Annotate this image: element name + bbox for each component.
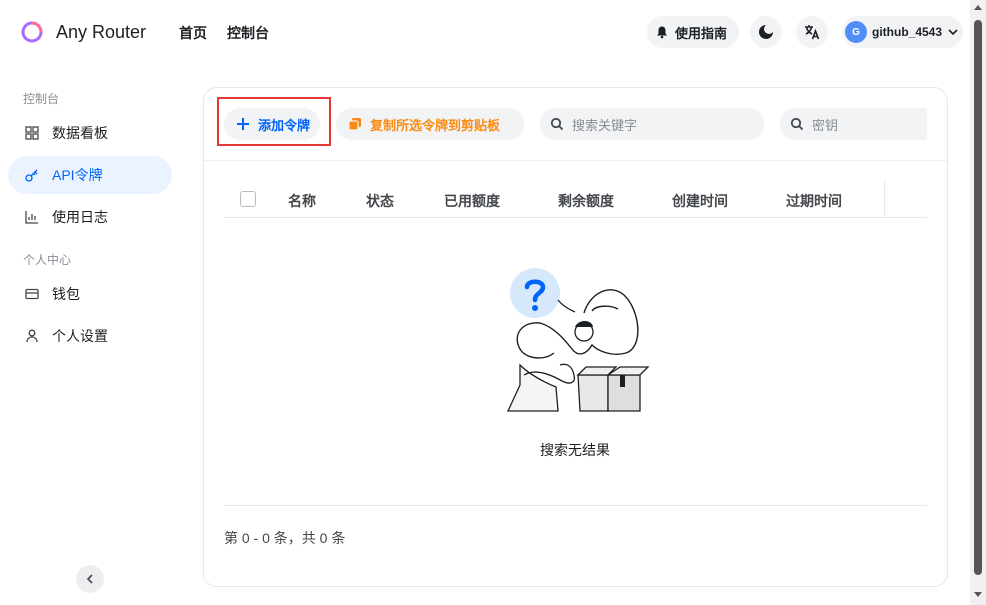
top-header: Any Router 首页 控制台 使用指南 G github_4543 [0,0,970,64]
app-logo-icon [21,21,43,43]
copy-icon [348,118,361,131]
chevron-down-icon [948,29,958,36]
scroll-up-arrow-icon[interactable] [974,5,982,10]
sidebar: 控制台 数据看板 API令牌 使用日志 个人中心 钱包 个人设置 [0,64,180,605]
add-token-label: 添加令牌 [258,117,311,133]
column-header-status[interactable]: 状态 [366,191,394,211]
search-keyword-input[interactable]: 搜索关键字 [540,108,764,140]
table-header: 名称 状态 已用额度 剩余额度 创建时间 过期时间 [224,180,927,218]
search-key-placeholder: 密钥 [812,117,839,133]
copy-selected-label: 复制所选令牌到剪贴板 [370,117,501,133]
bell-icon [657,26,667,39]
add-token-button[interactable]: 添加令牌 [224,108,320,140]
user-menu-button[interactable]: G github_4543 [842,16,963,48]
key-icon [25,169,38,182]
select-all-checkbox[interactable] [240,191,256,207]
dashboard-icon [25,126,39,140]
column-header-name[interactable]: 名称 [288,191,316,211]
app-title: Any Router [56,22,147,42]
search-keyword-placeholder: 搜索关键字 [572,117,638,133]
avatar: G [845,21,867,43]
guide-button[interactable]: 使用指南 [647,16,739,48]
column-header-created-time[interactable]: 创建时间 [672,191,728,211]
sidebar-item-usage-logs[interactable]: 使用日志 [8,198,172,236]
pagination-info: 第 0 - 0 条，共 0 条 [224,530,346,546]
column-header-expire-time[interactable]: 过期时间 [786,191,842,211]
column-header-used-quota[interactable]: 已用额度 [444,191,500,211]
sidebar-group-personal: 个人中心 [23,253,72,267]
chart-icon [25,211,38,224]
user-icon [26,329,38,343]
plus-icon [237,118,249,130]
language-button[interactable] [796,16,828,48]
translate-icon [805,25,820,40]
empty-state-illustration [506,268,650,412]
empty-state-text: 搜索无结果 [540,442,610,458]
copy-selected-button[interactable]: 复制所选令牌到剪贴板 [336,108,524,140]
sidebar-item-label: 个人设置 [52,328,108,344]
sidebar-collapse-button[interactable] [76,565,104,593]
chevron-left-icon [86,574,93,584]
theme-toggle-button[interactable] [750,16,782,48]
sidebar-item-api-tokens[interactable]: API令牌 [8,156,172,194]
moon-icon [759,24,774,39]
sidebar-item-label: 钱包 [52,286,80,302]
sidebar-item-dashboard[interactable]: 数据看板 [8,114,172,152]
sidebar-item-settings[interactable]: 个人设置 [8,317,172,355]
toolbar-divider [204,160,947,161]
sidebar-item-label: 使用日志 [52,209,108,225]
username-label: github_4543 [872,25,943,39]
search-icon [550,117,564,131]
search-key-input[interactable]: 密钥 [780,108,927,140]
scrollbar-thumb[interactable] [974,20,982,575]
table-bottom-divider [224,505,927,506]
page-scrollbar[interactable] [970,0,986,605]
scroll-down-arrow-icon[interactable] [974,592,982,597]
column-divider [884,180,885,216]
search-icon [790,117,804,131]
guide-label: 使用指南 [675,25,728,41]
nav-console[interactable]: 控制台 [227,23,269,43]
nav-home[interactable]: 首页 [179,23,207,43]
sidebar-item-label: API令牌 [52,167,103,183]
sidebar-item-wallet[interactable]: 钱包 [8,275,172,313]
sidebar-group-console: 控制台 [23,92,60,106]
sidebar-item-label: 数据看板 [52,125,108,141]
column-header-remaining-quota[interactable]: 剩余额度 [558,191,614,211]
wallet-icon [25,288,39,300]
